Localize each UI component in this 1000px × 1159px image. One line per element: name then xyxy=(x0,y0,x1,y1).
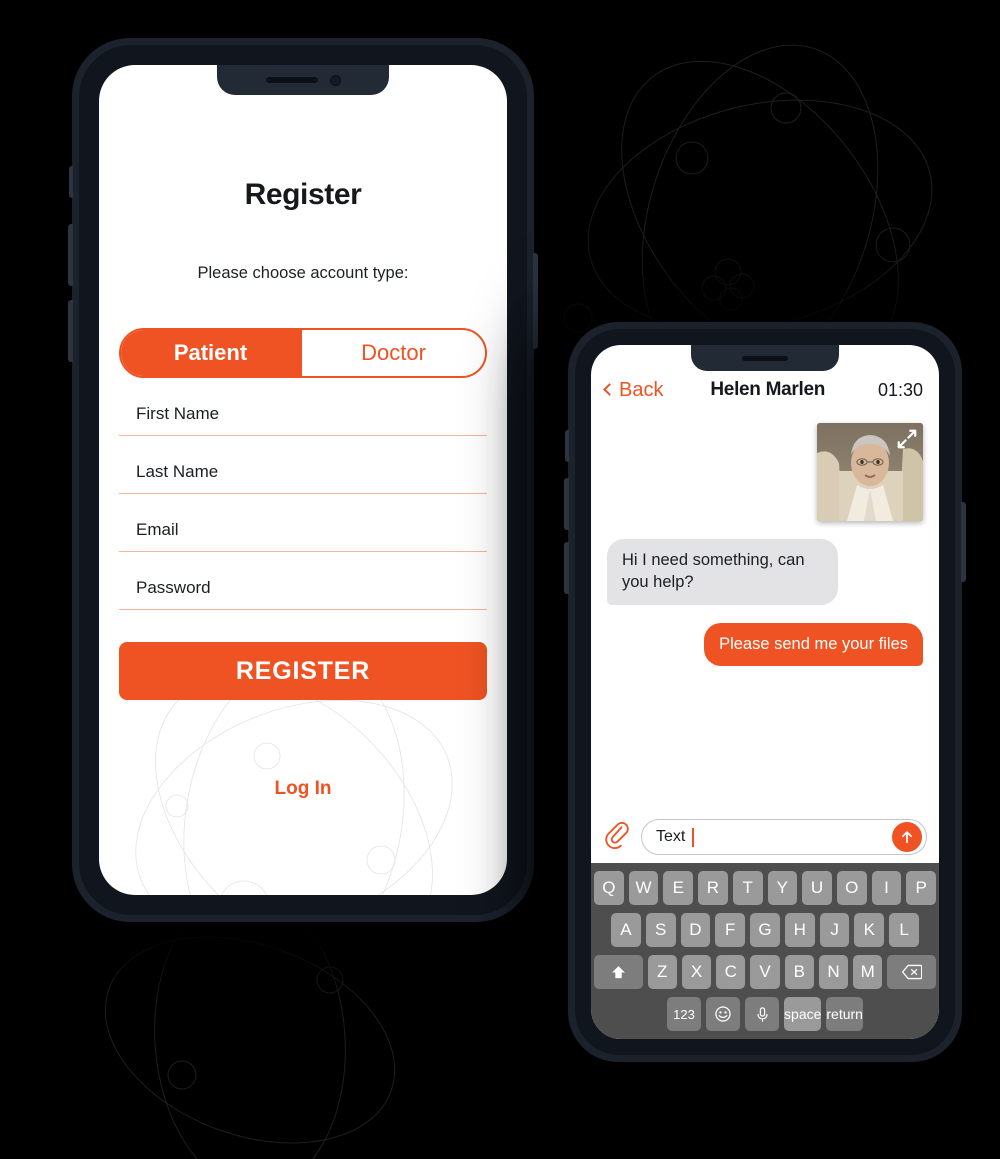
key-h[interactable]: H xyxy=(784,913,815,947)
power-button[interactable] xyxy=(533,253,538,349)
send-button[interactable] xyxy=(892,822,922,852)
dictation-key[interactable] xyxy=(745,997,780,1031)
key-f[interactable]: F xyxy=(715,913,746,947)
password-label: Password xyxy=(136,578,211,597)
volume-down-button[interactable] xyxy=(68,300,73,362)
microphone-icon xyxy=(756,1006,768,1022)
message-input-value: Text xyxy=(656,828,686,845)
keyboard-row-2: ASDFGHJKL xyxy=(594,913,936,947)
space-key[interactable]: space xyxy=(784,997,822,1031)
return-key[interactable]: return xyxy=(826,997,863,1031)
text-cursor xyxy=(692,827,695,847)
shift-key[interactable] xyxy=(594,955,643,989)
on-screen-keyboard: QWERTYUOIP ASDFGHJKL ZXCVBNM 123 space r… xyxy=(591,863,939,1039)
key-l[interactable]: L xyxy=(889,913,920,947)
register-button[interactable]: REGISTER xyxy=(119,642,487,700)
key-g[interactable]: G xyxy=(750,913,780,947)
key-m[interactable]: M xyxy=(853,955,883,989)
back-button[interactable]: Back xyxy=(603,379,663,402)
key-k[interactable]: K xyxy=(854,913,885,947)
key-o[interactable]: O xyxy=(836,871,867,905)
chat-input-bar: Text xyxy=(591,811,939,863)
password-field[interactable]: Password xyxy=(119,578,487,610)
notch-chat xyxy=(691,345,839,371)
segment-patient[interactable]: Patient xyxy=(121,330,302,376)
key-r[interactable]: R xyxy=(698,871,728,905)
key-n[interactable]: N xyxy=(818,955,849,989)
key-p[interactable]: P xyxy=(906,871,937,905)
numeric-key[interactable]: 123 xyxy=(667,997,702,1031)
shift-up-icon xyxy=(611,965,625,978)
first-name-label: First Name xyxy=(136,404,220,423)
key-w[interactable]: W xyxy=(628,871,659,905)
account-type-prompt: Please choose account type: xyxy=(197,264,409,282)
segment-doctor[interactable]: Doctor xyxy=(302,330,485,376)
volume-up-button-chat[interactable] xyxy=(564,478,569,530)
last-name-field[interactable]: Last Name xyxy=(119,462,487,494)
mute-switch-chat[interactable] xyxy=(565,430,569,462)
key-u[interactable]: U xyxy=(802,871,832,905)
email-field[interactable]: Email xyxy=(119,520,487,552)
key-z[interactable]: Z xyxy=(647,955,677,989)
contact-name: Helen Marlen xyxy=(710,379,826,400)
expand-icon[interactable] xyxy=(896,428,918,450)
arrow-up-icon xyxy=(902,831,912,844)
key-e[interactable]: E xyxy=(663,871,694,905)
emoji-key[interactable] xyxy=(706,997,741,1031)
backspace-icon xyxy=(901,964,922,980)
key-j[interactable]: J xyxy=(819,913,850,947)
key-q[interactable]: Q xyxy=(593,871,624,905)
chat-screen: Back Helen Marlen 01:30 Hi I need someth… xyxy=(591,345,939,1039)
speaker-slot-icon-chat xyxy=(742,355,788,361)
phone-chat-device: Back Helen Marlen 01:30 Hi I need someth… xyxy=(564,322,966,1062)
key-s[interactable]: S xyxy=(645,913,676,947)
keyboard-row-3: ZXCVBNM xyxy=(594,955,936,989)
volume-up-button[interactable] xyxy=(68,224,73,286)
key-a[interactable]: A xyxy=(610,913,641,947)
volume-down-button-chat[interactable] xyxy=(564,542,569,594)
page-title: Register xyxy=(244,178,362,211)
image-message-thumbnail[interactable] xyxy=(817,423,923,521)
mute-switch[interactable] xyxy=(69,166,73,198)
email-label: Email xyxy=(136,520,179,539)
power-button-chat[interactable] xyxy=(961,502,966,582)
login-link[interactable]: Log In xyxy=(119,778,487,800)
last-name-label: Last Name xyxy=(136,462,219,481)
front-camera-icon xyxy=(329,74,341,86)
message-input[interactable]: Text xyxy=(641,819,927,855)
paperclip-icon[interactable] xyxy=(605,822,631,852)
smiley-icon xyxy=(715,1006,731,1022)
key-y[interactable]: Y xyxy=(767,871,798,905)
key-b[interactable]: B xyxy=(784,955,814,989)
message-bubble-outgoing: Please send me your files xyxy=(704,622,929,667)
register-screen: Register Please choose account type: Pat… xyxy=(99,65,507,895)
key-d[interactable]: D xyxy=(680,913,711,947)
keyboard-row-4: 123 space return xyxy=(594,997,936,1031)
key-v[interactable]: V xyxy=(750,955,780,989)
key-x[interactable]: X xyxy=(681,955,712,989)
notch-register xyxy=(217,65,389,95)
message-list: Hi I need something, can you help? Pleas… xyxy=(591,409,939,811)
chat-timestamp: 01:30 xyxy=(877,379,923,400)
account-type-segmented-control[interactable]: Patient Doctor xyxy=(119,328,487,378)
phone-register-device: Register Please choose account type: Pat… xyxy=(68,38,538,922)
chevron-left-icon xyxy=(603,383,616,396)
key-i[interactable]: I xyxy=(871,871,902,905)
backspace-key[interactable] xyxy=(887,955,936,989)
speaker-slot-icon xyxy=(265,77,318,83)
keyboard-row-1: QWERTYUOIP xyxy=(593,871,937,905)
message-bubble-incoming: Hi I need something, can you help? xyxy=(601,539,838,605)
first-name-field[interactable]: First Name xyxy=(119,404,487,436)
key-t[interactable]: T xyxy=(732,871,763,905)
key-c[interactable]: C xyxy=(716,955,746,989)
